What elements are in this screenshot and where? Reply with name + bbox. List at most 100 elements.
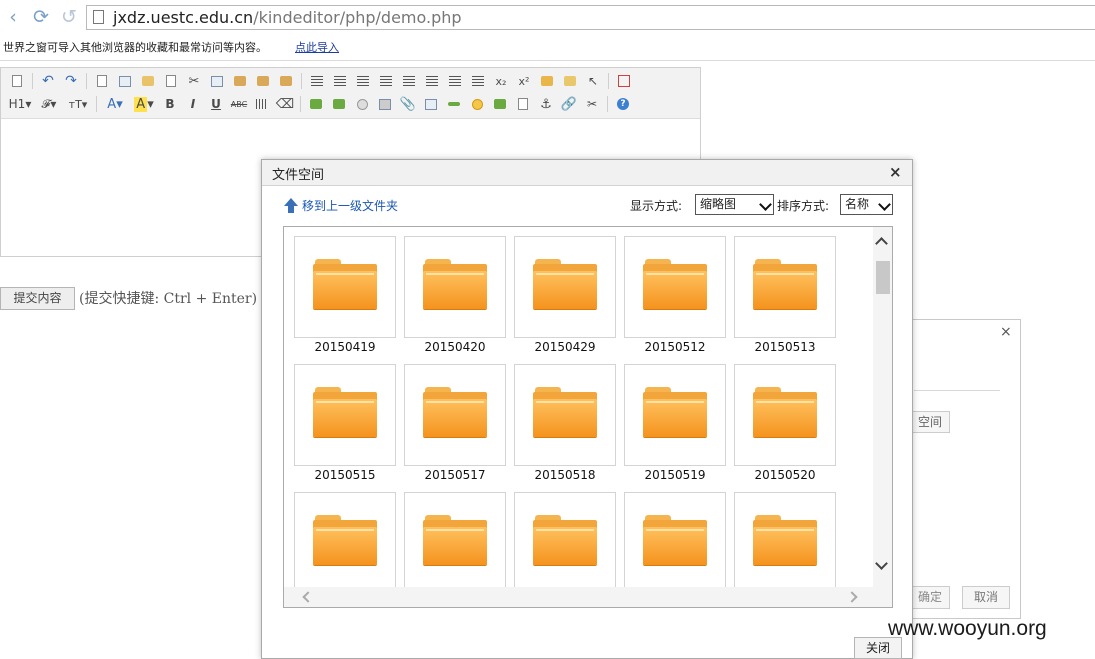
folder-item[interactable]: 20150513 [734,236,844,364]
address-bar[interactable]: jxdz.uestc.edu.cn/kindeditor/php/demo.ph… [86,5,1095,30]
folder-thumbnail[interactable] [734,236,836,338]
insert-file-icon[interactable]: 📎 [398,94,418,114]
parent-folder-link[interactable]: 移到上一级文件夹 [302,197,398,214]
font-family-icon[interactable]: 𝓕 ▾ [36,94,62,114]
scroll-up-icon[interactable] [875,237,888,250]
remove-format-icon[interactable]: ⌫ [275,94,295,114]
italic-icon[interactable]: I [183,94,203,114]
folder-thumbnail[interactable] [294,236,396,338]
file-space-button[interactable]: 空间 [910,411,950,433]
folder-thumbnail[interactable] [514,364,616,466]
dialog-close-icon[interactable]: × [889,163,902,181]
table-icon[interactable] [421,94,441,114]
ok-button[interactable]: 确定 [910,586,950,609]
unlink-icon[interactable]: ✂ [582,94,602,114]
paste-plain-icon[interactable] [253,71,273,91]
highlight-color-icon[interactable]: A ▾ [131,94,157,114]
folder-name[interactable]: 20150512 [624,340,726,354]
paste-icon[interactable] [230,71,250,91]
font-size-icon[interactable]: тT ▾ [65,94,91,114]
page-break-icon[interactable] [513,94,533,114]
folder-thumbnail[interactable] [734,364,836,466]
undo-close-icon[interactable]: ↺ [58,6,80,28]
folder-thumbnail[interactable] [404,492,506,594]
cut-icon[interactable]: ✂ [184,71,204,91]
horizontal-scrollbar[interactable] [284,587,892,607]
folder-item[interactable]: 20150520 [734,364,844,492]
print-icon[interactable] [115,71,135,91]
folder-name[interactable]: 20150520 [734,468,836,482]
folder-item[interactable]: 20150518 [514,364,624,492]
folder-item[interactable]: 20150420 [404,236,514,364]
scroll-right-icon[interactable] [846,591,858,603]
baidu-map-icon[interactable] [490,94,510,114]
ordered-list-icon[interactable] [399,71,419,91]
folder-thumbnail[interactable] [404,236,506,338]
image-icon[interactable] [306,94,326,114]
folder-name[interactable]: 20150419 [294,340,396,354]
import-link[interactable]: 点此导入 [295,39,339,55]
template-icon[interactable] [138,71,158,91]
emoticons-icon[interactable] [467,94,487,114]
code-icon[interactable] [161,71,181,91]
source-icon[interactable] [7,71,27,91]
folder-thumbnail[interactable] [294,492,396,594]
underline-icon[interactable]: U [206,94,226,114]
preview-icon[interactable] [92,71,112,91]
folder-thumbnail[interactable] [734,492,836,594]
folder-name[interactable]: 20150429 [514,340,616,354]
sort-select[interactable]: 名称 [840,194,893,215]
multi-image-icon[interactable] [329,94,349,114]
background-dialog-close-icon[interactable]: × [1000,324,1012,340]
folder-name[interactable]: 20150515 [294,468,396,482]
submit-button[interactable]: 提交内容 [0,287,75,310]
folder-thumbnail[interactable] [624,364,726,466]
folder-thumbnail[interactable] [624,492,726,594]
scroll-thumb[interactable] [876,261,890,294]
flash-icon[interactable] [352,94,372,114]
folder-name[interactable]: 20150513 [734,340,836,354]
unordered-list-icon[interactable] [422,71,442,91]
quick-format-icon[interactable] [560,71,580,91]
align-right-icon[interactable] [353,71,373,91]
scroll-left-icon[interactable] [302,591,314,603]
folder-item[interactable]: 20150515 [294,364,404,492]
align-center-icon[interactable] [330,71,350,91]
anchor-icon[interactable]: ⚓ [536,94,556,114]
help-icon[interactable]: ? [613,94,633,114]
fullscreen-icon[interactable] [614,71,634,91]
media-icon[interactable] [375,94,395,114]
scroll-down-icon[interactable] [875,557,888,570]
folder-thumbnail[interactable] [514,236,616,338]
refresh-icon[interactable]: ⟳ [30,6,52,28]
back-icon[interactable]: ‹ [2,6,24,28]
redo-icon[interactable]: ↷ [61,71,81,91]
folder-item[interactable]: 20150519 [624,364,734,492]
copy-icon[interactable] [207,71,227,91]
strikethrough-icon[interactable]: ABC [229,94,249,114]
folder-item[interactable]: 20150429 [514,236,624,364]
folder-name[interactable]: 20150519 [624,468,726,482]
view-mode-select[interactable]: 缩略图 [695,194,774,215]
indent-icon[interactable] [445,71,465,91]
folder-item[interactable]: 20150419 [294,236,404,364]
superscript-icon[interactable]: x² [514,71,534,91]
paste-word-icon[interactable] [276,71,296,91]
align-left-icon[interactable] [307,71,327,91]
line-height-icon[interactable] [252,94,272,114]
folder-name[interactable]: 20150518 [514,468,616,482]
clear-format-icon[interactable] [537,71,557,91]
folder-thumbnail[interactable] [294,364,396,466]
align-justify-icon[interactable] [376,71,396,91]
horizontal-rule-icon[interactable] [444,94,464,114]
select-all-icon[interactable]: ↖ [583,71,603,91]
up-arrow-icon[interactable] [284,198,298,206]
undo-icon[interactable]: ↶ [38,71,58,91]
folder-thumbnail[interactable] [514,492,616,594]
heading-icon[interactable]: H1 ▾ [7,94,33,114]
folder-name[interactable]: 20150517 [404,468,506,482]
vertical-scrollbar[interactable] [873,227,892,587]
outdent-icon[interactable] [468,71,488,91]
link-icon[interactable]: 🔗 [559,94,579,114]
folder-item[interactable]: 20150512 [624,236,734,364]
